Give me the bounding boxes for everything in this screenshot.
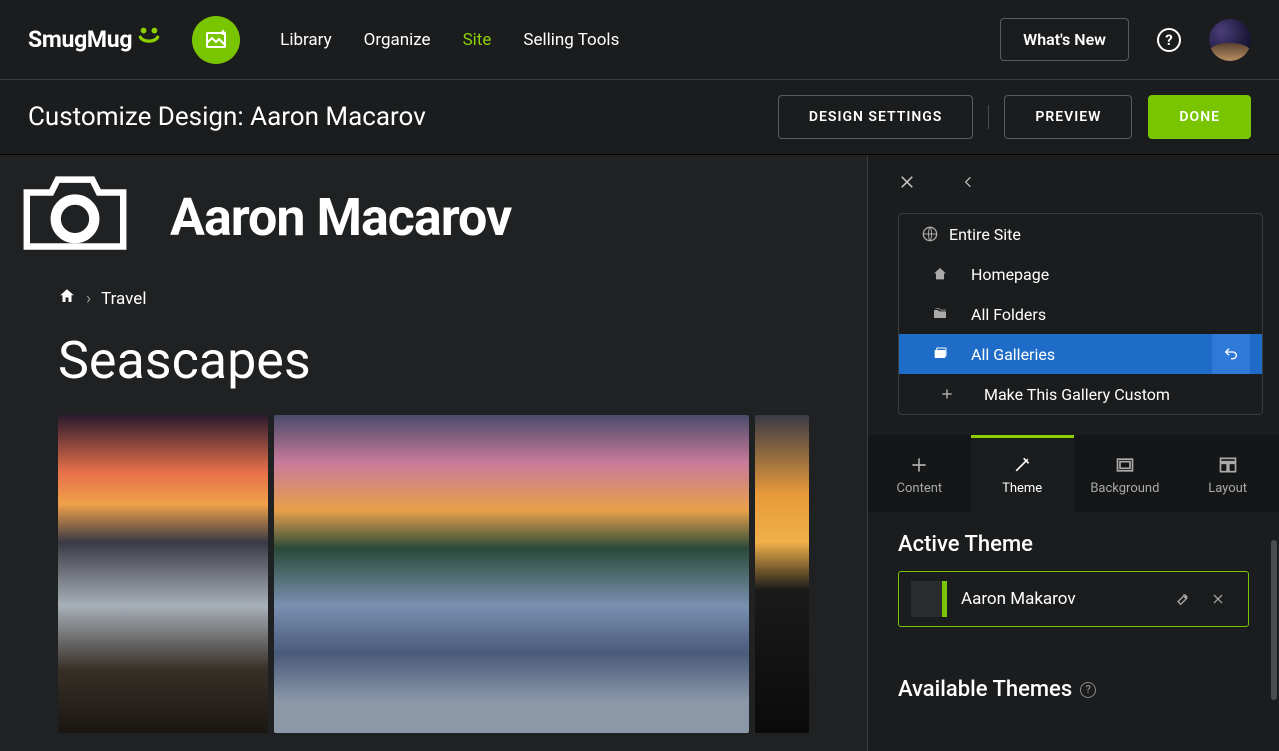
globe-icon	[911, 226, 949, 242]
scope-label: Homepage	[971, 265, 1049, 284]
upload-button[interactable]	[192, 16, 240, 64]
tab-label: Background	[1090, 481, 1159, 496]
scope-all-folders[interactable]: All Folders	[899, 294, 1262, 334]
nav-links: Library Organize Site Selling Tools	[280, 30, 619, 50]
galleries-icon	[909, 346, 971, 362]
avatar[interactable]	[1209, 19, 1251, 61]
close-icon[interactable]	[898, 173, 916, 195]
nav-link-site[interactable]: Site	[463, 30, 492, 50]
gallery-title: Seascapes	[0, 318, 867, 415]
site-header: Aaron Macarov	[0, 155, 867, 279]
gallery-thumbnails	[0, 415, 867, 733]
nav-link-selling[interactable]: Selling Tools	[523, 30, 619, 50]
done-button[interactable]: DONE	[1148, 95, 1251, 139]
scope-selector: Entire Site Homepage All Folders All Gal…	[898, 213, 1263, 415]
close-icon[interactable]	[1200, 592, 1236, 606]
tab-label: Layout	[1208, 481, 1247, 496]
whats-new-button[interactable]: What's New	[1000, 18, 1129, 61]
chevron-right-icon: ›	[86, 289, 91, 309]
tab-theme[interactable]: Theme	[971, 435, 1074, 512]
site-name: Aaron Macarov	[170, 187, 511, 248]
active-theme-section: Active Theme Aaron Makarov	[868, 512, 1279, 627]
thumbnail[interactable]	[58, 415, 268, 733]
scrollbar[interactable]	[1271, 540, 1277, 700]
theme-swatch	[911, 581, 947, 617]
subheader: Customize Design: Aaron Macarov DESIGN S…	[0, 80, 1279, 155]
tab-label: Theme	[1002, 481, 1042, 496]
right-panel: Entire Site Homepage All Folders All Gal…	[868, 155, 1279, 751]
scope-homepage[interactable]: Homepage	[899, 254, 1262, 294]
scope-label: Make This Gallery Custom	[984, 385, 1170, 404]
nav-link-organize[interactable]: Organize	[364, 30, 431, 50]
preview-button[interactable]: PREVIEW	[1004, 95, 1132, 139]
active-theme-card[interactable]: Aaron Makarov	[898, 571, 1249, 627]
divider	[988, 105, 989, 129]
thumbnail[interactable]	[755, 415, 809, 733]
home-icon[interactable]	[58, 287, 76, 310]
scope-label: All Galleries	[971, 345, 1055, 364]
theme-name: Aaron Makarov	[961, 589, 1164, 609]
section-title: Available Themes ?	[898, 677, 1249, 702]
scope-make-custom[interactable]: Make This Gallery Custom	[899, 374, 1262, 414]
home-icon	[909, 266, 971, 282]
tab-layout[interactable]: Layout	[1176, 435, 1279, 512]
tab-background[interactable]: Background	[1074, 435, 1177, 512]
folders-icon	[909, 306, 971, 322]
undo-icon[interactable]	[1212, 334, 1250, 374]
page-title: Customize Design: Aaron Macarov	[28, 102, 426, 132]
logo[interactable]: SmugMug	[28, 23, 162, 56]
help-icon[interactable]: ?	[1157, 28, 1181, 52]
section-title-text: Available Themes	[898, 677, 1072, 702]
logo-text: SmugMug	[28, 26, 132, 53]
scope-entire-site[interactable]: Entire Site	[899, 214, 1262, 254]
scope-all-galleries[interactable]: All Galleries	[899, 334, 1262, 374]
panel-tabs: Content Theme Background Layout	[868, 435, 1279, 512]
breadcrumb-item[interactable]: Travel	[101, 289, 146, 309]
back-icon[interactable]	[961, 173, 975, 195]
logo-smile-icon	[136, 23, 162, 56]
section-title: Active Theme	[898, 532, 1249, 557]
section-title-text: Active Theme	[898, 532, 1033, 557]
top-nav: SmugMug Library Organize Site Selling To…	[0, 0, 1279, 80]
info-icon[interactable]: ?	[1080, 682, 1096, 698]
design-settings-button[interactable]: DESIGN SETTINGS	[778, 95, 973, 139]
tab-label: Content	[897, 481, 943, 496]
wrench-icon[interactable]	[1164, 591, 1200, 607]
scope-label: All Folders	[971, 305, 1046, 324]
camera-icon	[10, 170, 140, 264]
breadcrumb: › Travel	[0, 279, 867, 318]
preview-pane: Aaron Macarov › Travel Seascapes	[0, 155, 868, 751]
scope-label: Entire Site	[949, 225, 1021, 244]
nav-link-library[interactable]: Library	[280, 30, 331, 50]
thumbnail[interactable]	[274, 415, 749, 733]
tab-content[interactable]: Content	[868, 435, 971, 512]
plus-icon	[909, 387, 984, 401]
available-themes-section: Available Themes ?	[868, 627, 1279, 716]
